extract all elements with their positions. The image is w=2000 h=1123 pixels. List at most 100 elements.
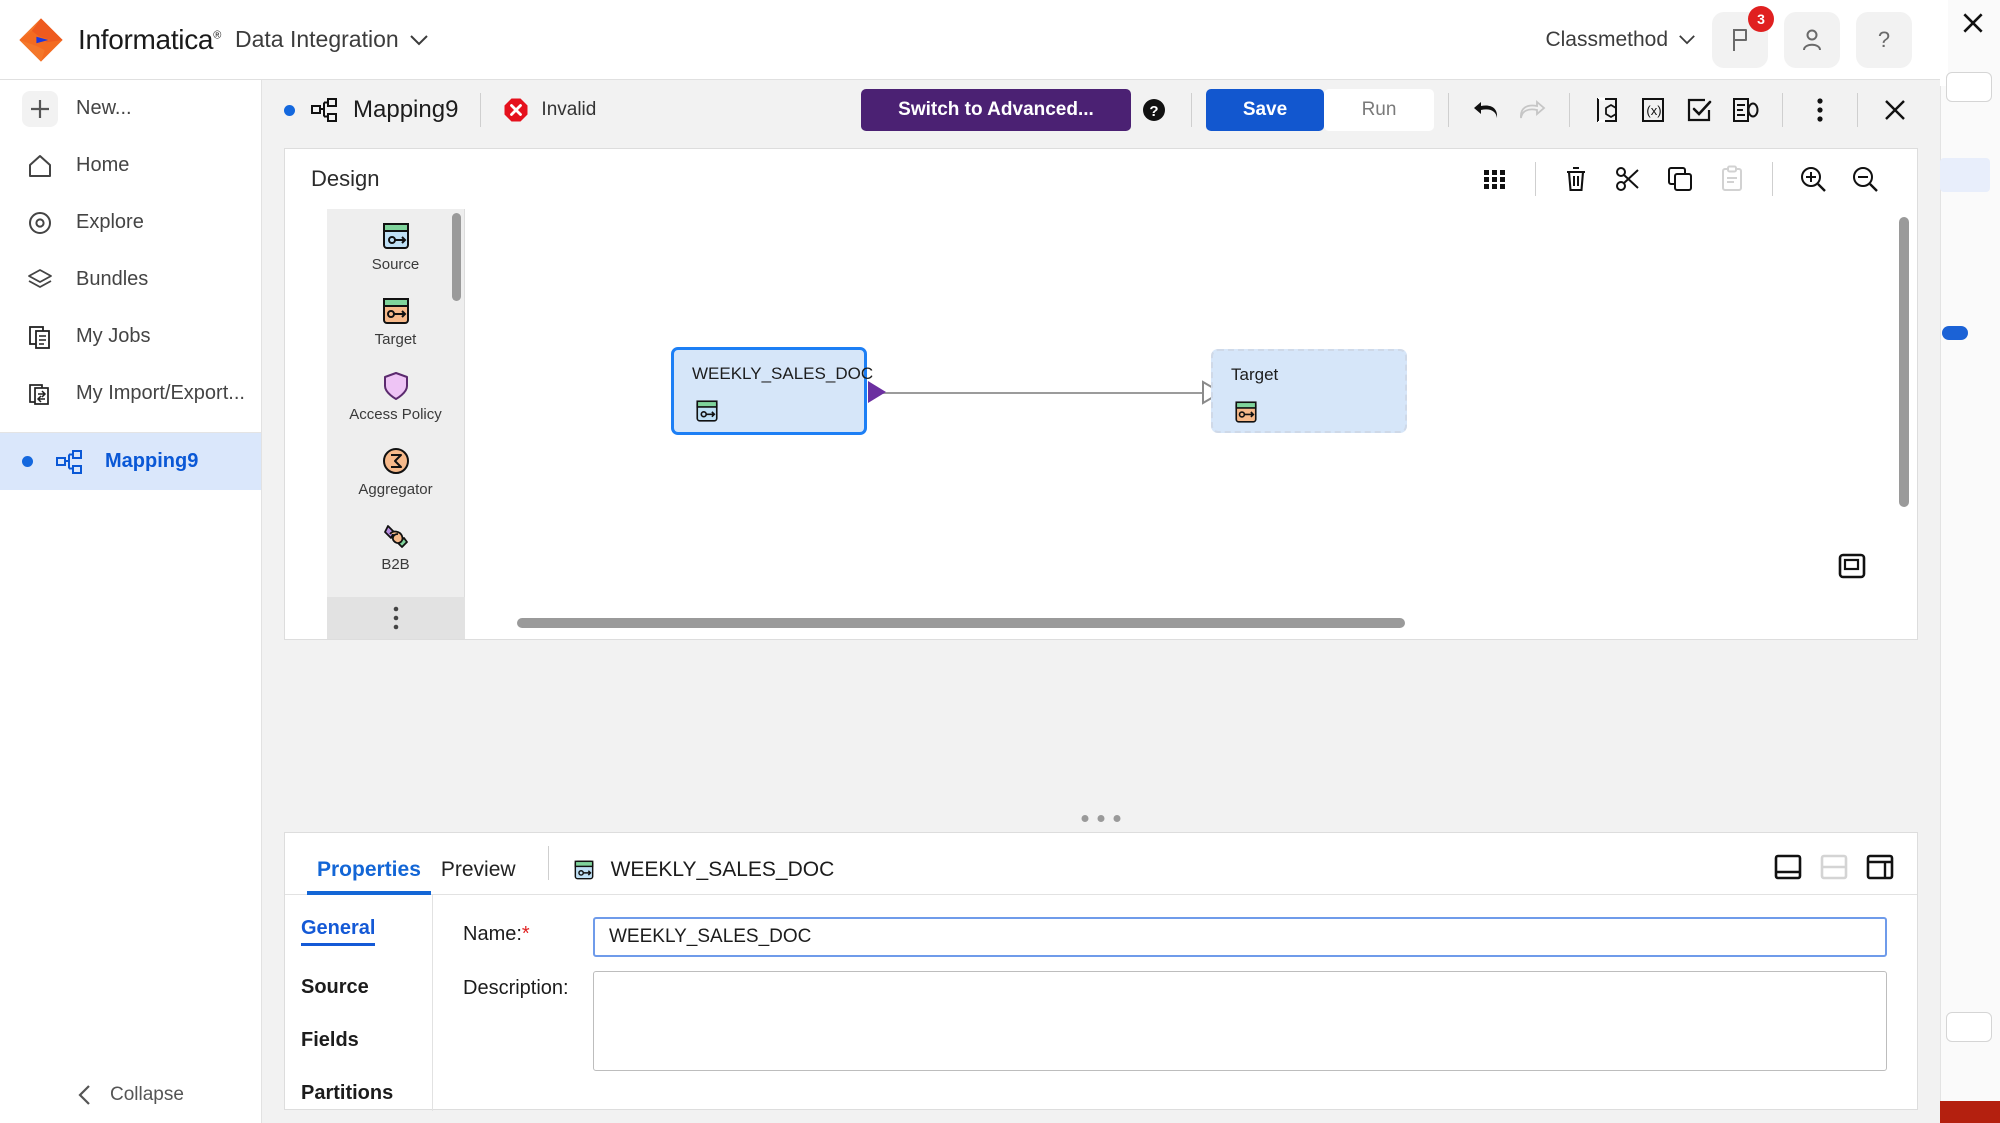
zoom-in-button[interactable] xyxy=(1787,157,1839,201)
palette-label-access-policy: Access Policy xyxy=(349,406,442,423)
paste-button[interactable] xyxy=(1706,157,1758,201)
org-selector[interactable]: Classmethod xyxy=(1545,28,1696,52)
palette-item-access-policy[interactable]: Access Policy xyxy=(327,359,464,434)
grid-layout-button[interactable] xyxy=(1469,157,1521,201)
fit-to-window-button[interactable] xyxy=(1837,552,1867,585)
validation-status-label: Invalid xyxy=(541,99,597,120)
help-button[interactable]: ? xyxy=(1856,11,1912,68)
sidebar-item-import-export[interactable]: My Import/Export... xyxy=(0,365,261,422)
switch-to-advanced-button[interactable]: Switch to Advanced... xyxy=(861,89,1131,131)
tab-object-weekly-sales-doc[interactable]: WEEKLY_SALES_DOC xyxy=(571,858,834,894)
mapping-title: Mapping9 xyxy=(284,96,458,124)
zoom-out-button[interactable] xyxy=(1839,157,1891,201)
node-label-source: WEEKLY_SALES_DOC xyxy=(692,364,874,383)
advanced-help-button[interactable]: ? xyxy=(1131,89,1177,131)
run-button[interactable]: Run xyxy=(1324,89,1434,131)
palette-item-b2b[interactable]: B2B xyxy=(327,509,464,584)
flag-icon xyxy=(1733,28,1747,51)
home-icon xyxy=(22,153,58,179)
redo-icon xyxy=(1520,100,1546,119)
copy-button[interactable] xyxy=(1654,157,1706,201)
sidebar-label-new: New... xyxy=(76,97,132,119)
save-button[interactable]: Save xyxy=(1206,89,1324,131)
parameters-button[interactable] xyxy=(1584,89,1630,131)
toolbar-divider xyxy=(1857,93,1858,127)
chevron-left-icon xyxy=(78,1085,90,1105)
user-profile-button[interactable] xyxy=(1784,11,1840,68)
top-header: Informatica® Data Integration Classmetho… xyxy=(0,0,1940,80)
sidebar-item-mapping9[interactable]: Mapping9 xyxy=(0,433,261,490)
sidebar-label-my-jobs: My Jobs xyxy=(76,325,151,347)
canvas-horizontal-scrollbar[interactable] xyxy=(517,618,1405,628)
palette-item-aggregator[interactable]: Aggregator xyxy=(327,434,464,509)
validate-button[interactable] xyxy=(1676,89,1722,131)
product-label: Data Integration xyxy=(235,26,399,52)
name-input[interactable] xyxy=(593,917,1887,957)
delete-button[interactable] xyxy=(1550,157,1602,201)
sidebar-item-my-jobs[interactable]: My Jobs xyxy=(0,308,261,365)
product-selector[interactable]: Data Integration xyxy=(235,26,429,53)
header-actions: Classmethod 3 ? xyxy=(1545,5,1940,68)
sidebar-item-bundles[interactable]: Bundles xyxy=(0,251,261,308)
props-nav-source[interactable]: Source xyxy=(301,976,369,999)
background-toggle-wrap xyxy=(1940,158,1990,340)
canvas-node-weekly-sales-doc[interactable]: WEEKLY_SALES_DOC xyxy=(671,347,874,435)
canvas-node-target[interactable]: Target xyxy=(1211,349,1407,433)
tab-preview[interactable]: Preview xyxy=(431,858,526,894)
panel-resize-grip[interactable] xyxy=(1081,815,1121,822)
sidebar-collapse-button[interactable]: Collapse xyxy=(0,1067,262,1123)
toolbar-divider xyxy=(1448,93,1449,127)
layout-bottom-button[interactable] xyxy=(1773,853,1803,886)
description-input[interactable] xyxy=(593,971,1887,1071)
more-options-button[interactable] xyxy=(1797,89,1843,131)
sidebar-item-home[interactable]: Home xyxy=(0,137,261,194)
layout-right-button[interactable] xyxy=(1865,853,1895,886)
redo-button[interactable] xyxy=(1509,89,1555,131)
background-chip-top xyxy=(1946,72,1992,102)
left-sidebar: New... Home Explore Bundles My Jobs My I… xyxy=(0,80,262,1123)
toolbar-divider xyxy=(1782,93,1783,127)
panel-layout-controls xyxy=(1773,853,1895,894)
cut-icon xyxy=(1616,167,1639,191)
sidebar-item-explore[interactable]: Explore xyxy=(0,194,261,251)
aggregator-icon xyxy=(382,448,409,474)
help-icon: ? xyxy=(1878,27,1890,52)
notifications-button[interactable]: 3 xyxy=(1712,5,1774,68)
validation-status: Invalid xyxy=(503,97,596,123)
name-label-text: Name: xyxy=(463,923,522,945)
jobs-icon xyxy=(22,324,58,350)
palette-more-button[interactable] xyxy=(327,597,465,639)
properties-panel: Properties Preview WEEKLY_SALES_DOC Gene… xyxy=(284,832,1918,1111)
source-icon xyxy=(574,860,593,880)
close-mapping-button[interactable] xyxy=(1872,89,1918,131)
props-nav-fields[interactable]: Fields xyxy=(301,1029,359,1052)
tab-properties[interactable]: Properties xyxy=(307,858,431,895)
background-close-icon[interactable] xyxy=(1960,10,1986,36)
copy-icon xyxy=(1668,167,1692,191)
props-nav-general[interactable]: General xyxy=(301,917,376,946)
unsaved-dot-icon xyxy=(284,104,295,116)
log-icon xyxy=(1733,98,1759,122)
undo-button[interactable] xyxy=(1463,89,1509,131)
layout-split-button[interactable] xyxy=(1819,853,1849,886)
palette-item-target[interactable]: Target xyxy=(327,284,464,359)
palette-item-source[interactable]: Source xyxy=(327,209,464,284)
import-export-icon xyxy=(22,381,58,407)
props-nav-partitions[interactable]: Partitions xyxy=(301,1082,393,1105)
brand-text: Informatica xyxy=(78,23,214,55)
sidebar-label-explore: Explore xyxy=(76,211,144,233)
palette-scrollbar[interactable] xyxy=(452,213,461,301)
svg-text:?: ? xyxy=(1149,103,1158,120)
sidebar-item-new[interactable]: New... xyxy=(0,80,261,137)
mapping-canvas[interactable]: WEEKLY_SALES_DOC Target xyxy=(465,209,1917,603)
canvas-vertical-scrollbar[interactable] xyxy=(1899,217,1909,507)
delete-icon xyxy=(1567,166,1585,192)
cut-button[interactable] xyxy=(1602,157,1654,201)
palette-label-target: Target xyxy=(374,331,417,348)
log-button[interactable] xyxy=(1722,89,1768,131)
toolbar-divider xyxy=(1772,162,1773,196)
chevron-down-icon xyxy=(409,34,428,45)
expression-button[interactable]: (x) xyxy=(1630,89,1676,131)
palette-label-b2b: B2B xyxy=(381,556,410,573)
org-label: Classmethod xyxy=(1545,27,1668,51)
